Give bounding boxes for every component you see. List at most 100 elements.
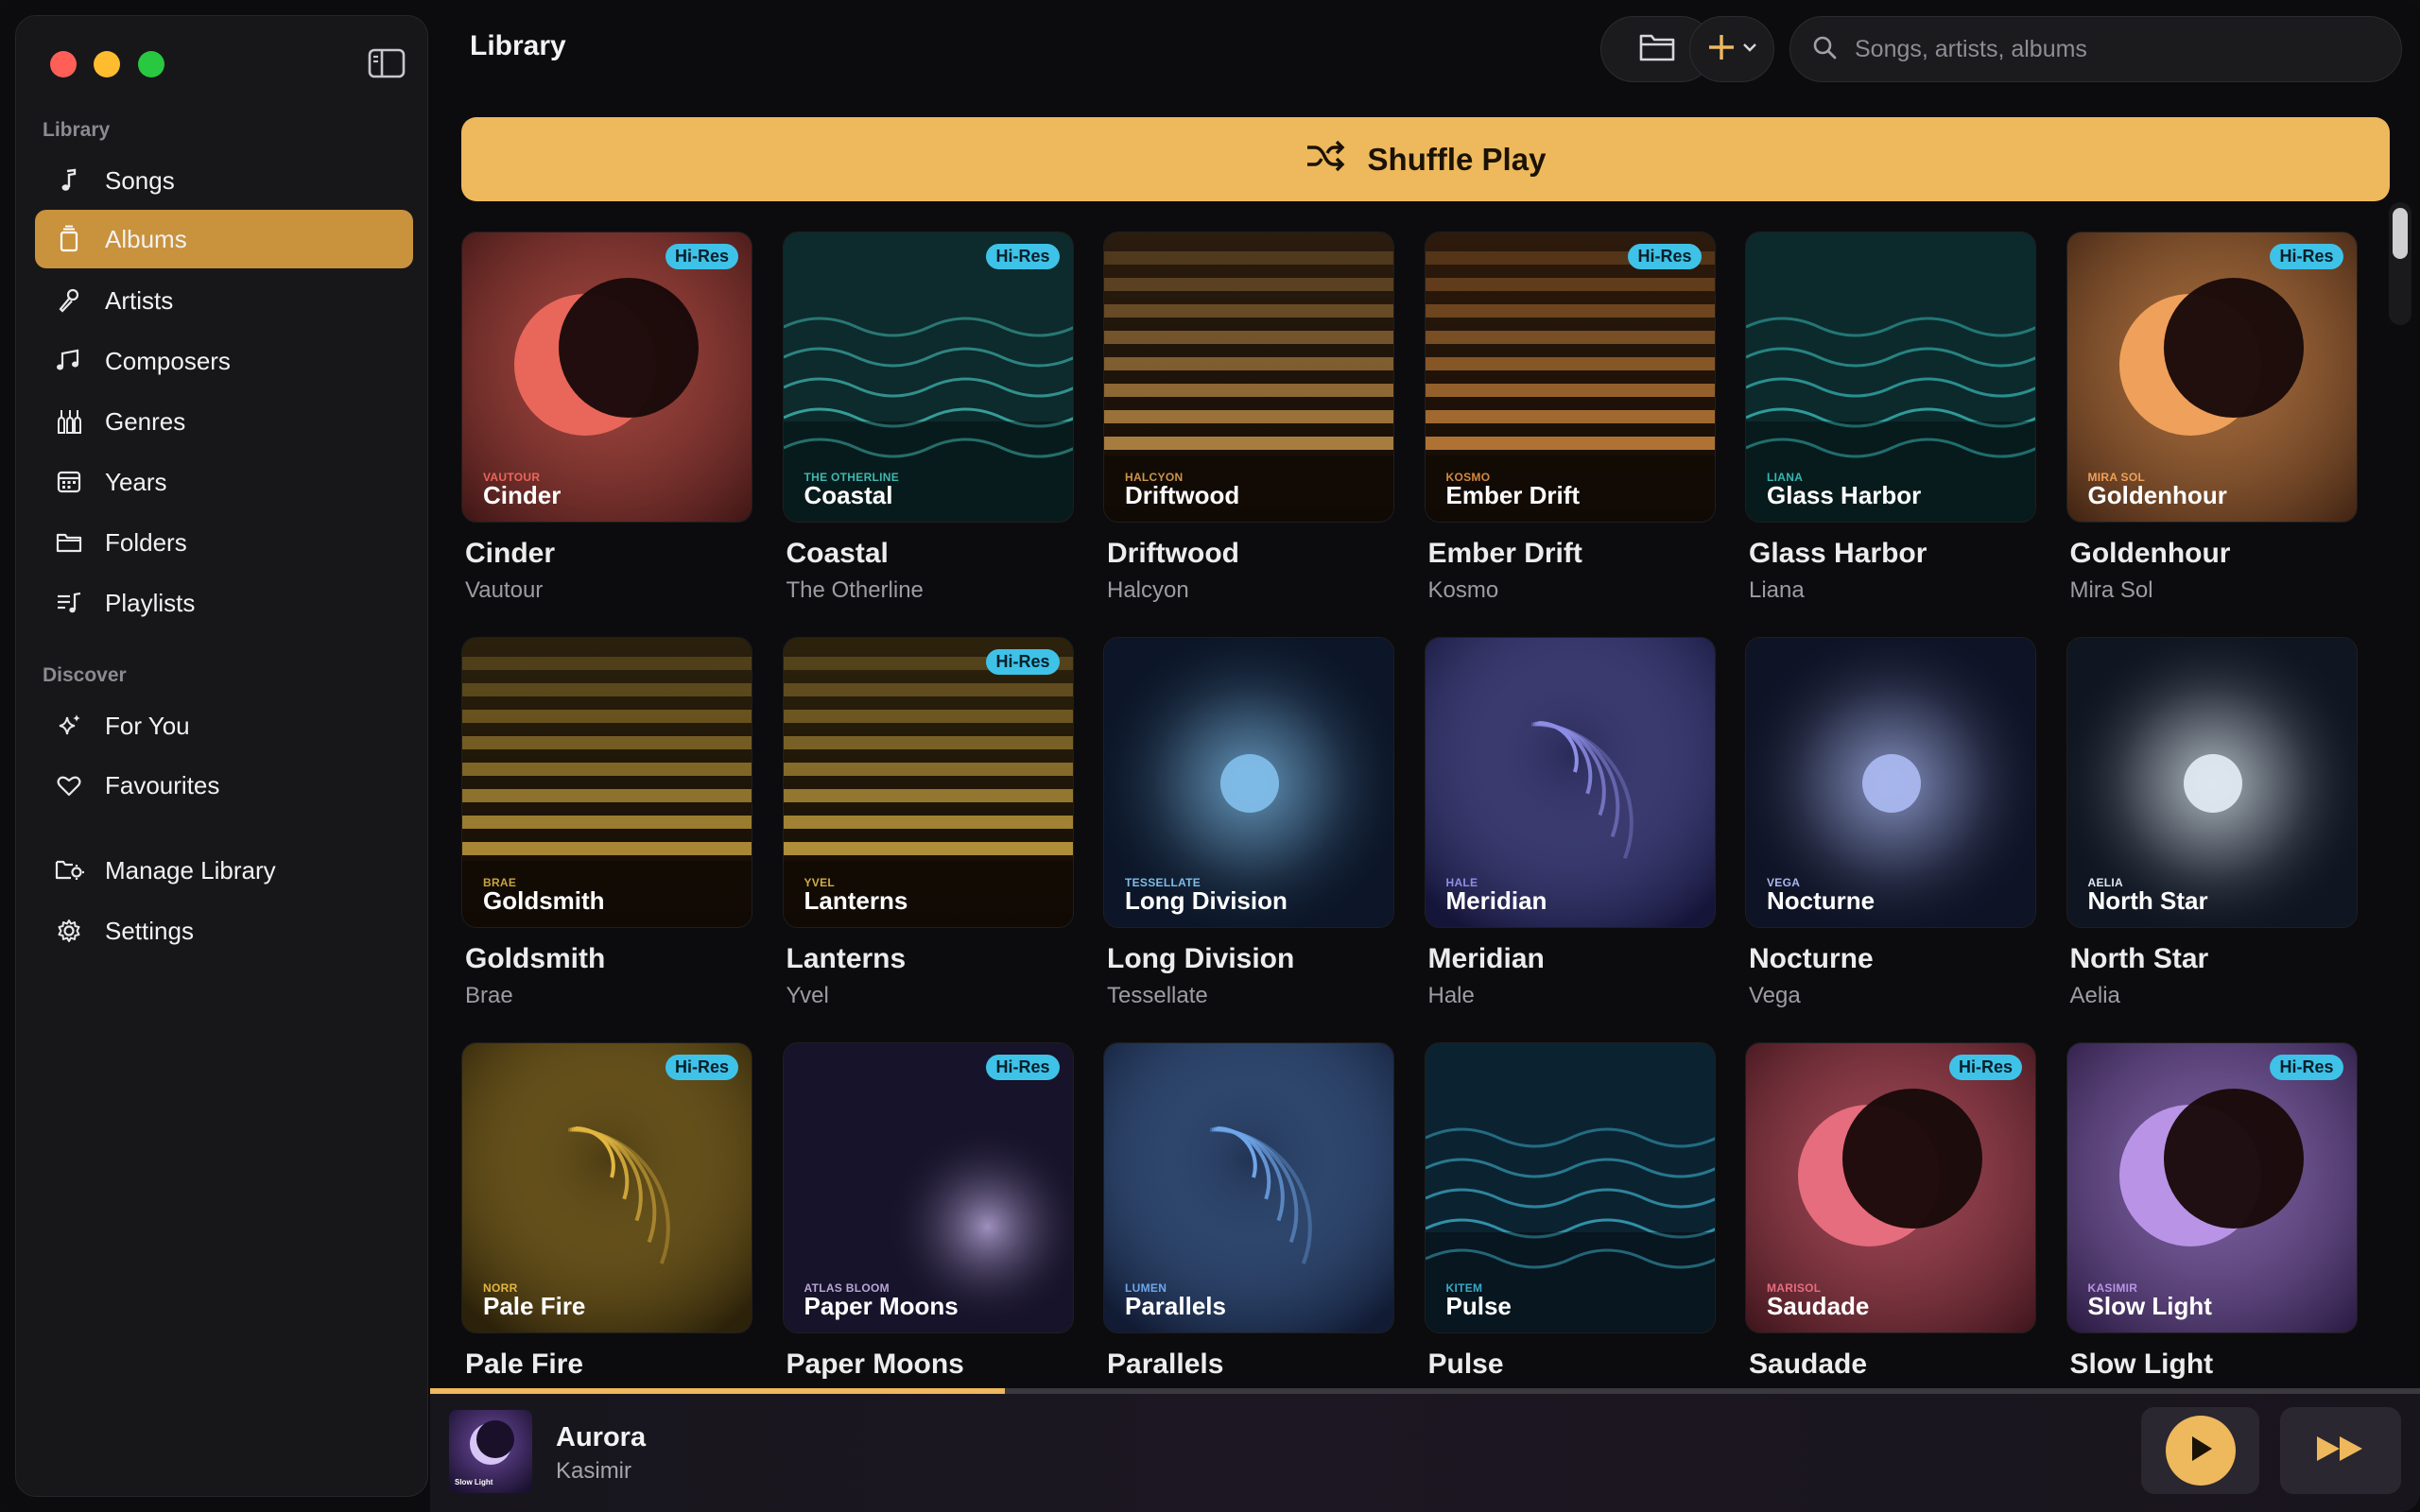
album-card[interactable]: BRAE Goldsmith Goldsmith Brae — [461, 637, 752, 1009]
add-menu-button[interactable] — [1689, 16, 1774, 82]
album-artwork[interactable]: HALCYON Driftwood — [1103, 232, 1394, 523]
album-artist[interactable]: Kosmo — [1428, 577, 1716, 604]
zoom-window-button[interactable] — [138, 51, 164, 77]
album-artwork[interactable]: Hi-Res MIRA SOL Goldenhour — [2066, 232, 2358, 523]
album-card[interactable]: Hi-Res MIRA SOL Goldenhour Goldenhour Mira S… — [2066, 232, 2358, 604]
album-artist[interactable]: Tessellate — [1107, 983, 1394, 1009]
album-artwork[interactable]: TESSELLATE Long Division — [1103, 637, 1394, 928]
album-artwork[interactable]: AELIA North Star — [2066, 637, 2358, 928]
search-input[interactable] — [1853, 34, 2386, 64]
album-artist[interactable]: Vega — [1749, 983, 2036, 1009]
search-icon — [1811, 34, 1838, 65]
album-card[interactable]: VEGA Nocturne Nocturne Vega — [1745, 637, 2036, 1009]
album-artwork[interactable]: Hi-Res MARISOL Saudade — [1745, 1042, 2036, 1333]
album-title[interactable]: Cinder — [465, 538, 752, 570]
album-card[interactable]: Hi-Res THE OTHERLINE Coastal Coastal The Oth… — [782, 232, 1074, 604]
sidebar-item-settings[interactable]: Settings — [35, 902, 413, 960]
sidebar-item-artists[interactable]: Artists — [35, 271, 413, 330]
album-artist[interactable]: Yvel — [786, 983, 1074, 1009]
album-title[interactable]: Parallels — [1107, 1349, 1394, 1381]
play-button[interactable] — [2141, 1407, 2259, 1494]
album-title[interactable]: Slow Light — [2070, 1349, 2358, 1381]
album-title[interactable]: Nocturne — [1749, 943, 2036, 975]
album-artist[interactable]: Halcyon — [1107, 577, 1394, 604]
album-title[interactable]: Driftwood — [1107, 538, 1394, 570]
album-card[interactable]: KITEMPulsePulseKitem — [1424, 1042, 1716, 1415]
sidebar-item-genres[interactable]: Genres — [35, 392, 413, 451]
album-title[interactable]: North Star — [2070, 943, 2358, 975]
album-title[interactable]: Coastal — [786, 538, 1074, 570]
album-artist[interactable]: Hale — [1428, 983, 1716, 1009]
album-artist[interactable]: Brae — [465, 983, 752, 1009]
minimize-window-button[interactable] — [94, 51, 120, 77]
album-artwork[interactable]: Hi-Res YVEL Lanterns — [782, 637, 1074, 928]
album-artwork[interactable]: Hi-Res THE OTHERLINE Coastal — [782, 232, 1074, 523]
album-artist[interactable]: Liana — [1749, 577, 2036, 604]
album-title[interactable]: Long Division — [1107, 943, 1394, 975]
sidebar-item-for-you[interactable]: For You — [35, 696, 413, 755]
album-title[interactable]: Goldsmith — [465, 943, 752, 975]
next-track-button[interactable] — [2280, 1407, 2401, 1494]
scrollbar-thumb[interactable] — [2393, 208, 2408, 259]
album-card[interactable]: Hi-Res KOSMO Ember Drift Ember Drift Kosmo — [1424, 232, 1716, 604]
album-card[interactable]: Hi-ResATLAS BLOOMPaper MoonsPaper MoonsA… — [782, 1042, 1074, 1415]
artwork-title-text: Glass Harbor — [1767, 481, 1922, 509]
album-artwork[interactable]: LUMEN Parallels — [1103, 1042, 1394, 1333]
album-title[interactable]: Ember Drift — [1428, 538, 1716, 570]
hi-res-badge: Hi-Res — [986, 244, 1060, 269]
album-card[interactable]: HALE Meridian Meridian Hale — [1424, 637, 1716, 1009]
album-title[interactable]: Meridian — [1428, 943, 1716, 975]
shuffle-play-button[interactable]: Shuffle Play — [461, 117, 2390, 201]
sidebar-toggle-icon[interactable] — [368, 47, 406, 79]
guitars-icon — [54, 406, 84, 437]
close-window-button[interactable] — [50, 51, 77, 77]
sidebar-item-years[interactable]: Years — [35, 453, 413, 511]
microphone-icon — [54, 285, 84, 316]
artwork-title-text: Driftwood — [1125, 481, 1240, 509]
album-artwork[interactable]: HALE Meridian — [1424, 637, 1716, 928]
album-artwork[interactable]: Hi-Res ATLAS BLOOM Paper Moons — [782, 1042, 1074, 1333]
album-card[interactable]: Hi-Res VAUTOUR Cinder Cinder Vautour — [461, 232, 752, 604]
album-artist[interactable]: The Otherline — [786, 577, 1074, 604]
sidebar-item-label: Songs — [105, 165, 175, 195]
album-card[interactable]: LIANA Glass Harbor Glass Harbor Liana — [1745, 232, 2036, 604]
album-card[interactable]: AELIA North Star North Star Aelia — [2066, 637, 2358, 1009]
album-card[interactable]: TESSELLATE Long Division Long Division Tess… — [1103, 637, 1394, 1009]
album-artwork[interactable]: Hi-Res NORR Pale Fire — [461, 1042, 752, 1333]
search-field[interactable] — [1789, 16, 2402, 82]
album-artwork[interactable]: Hi-Res VAUTOUR Cinder — [461, 232, 752, 523]
artwork-title-text: Pale Fire — [483, 1292, 586, 1320]
album-artwork[interactable]: VEGA Nocturne — [1745, 637, 2036, 928]
album-title[interactable]: Pulse — [1428, 1349, 1716, 1381]
sidebar-item-composers[interactable]: Composers — [35, 332, 413, 390]
sidebar-item-favourites[interactable]: Favourites — [35, 756, 413, 815]
sidebar-item-manage-library[interactable]: Manage Library — [35, 841, 413, 900]
album-artwork[interactable]: LIANA Glass Harbor — [1745, 232, 2036, 523]
album-card[interactable]: Hi-ResNORRPale FirePale FireNorr — [461, 1042, 752, 1415]
album-card[interactable]: LUMENParallelsParallelsLumen — [1103, 1042, 1394, 1415]
album-title[interactable]: Lanterns — [786, 943, 1074, 975]
album-card[interactable]: Hi-Res YVEL Lanterns Lanterns Yvel — [782, 637, 1074, 1009]
sidebar-item-playlists[interactable]: Playlists — [35, 574, 413, 632]
album-card[interactable]: Hi-ResKASIMIRSlow LightSlow LightKasimir — [2066, 1042, 2358, 1415]
album-artwork[interactable]: KITEM Pulse — [1424, 1042, 1716, 1333]
album-card[interactable]: HALCYON Driftwood Driftwood Halcyon — [1103, 232, 1394, 604]
album-artist[interactable]: Vautour — [465, 577, 752, 604]
album-artwork[interactable]: Hi-Res KASIMIR Slow Light — [2066, 1042, 2358, 1333]
album-title[interactable]: Pale Fire — [465, 1349, 752, 1381]
album-title[interactable]: Glass Harbor — [1749, 538, 2036, 570]
album-artist[interactable]: Aelia — [2070, 983, 2358, 1009]
album-title[interactable]: Saudade — [1749, 1349, 2036, 1381]
album-card[interactable]: Hi-ResMARISOLSaudadeSaudadeMarisol — [1745, 1042, 2036, 1415]
album-title[interactable]: Goldenhour — [2070, 538, 2358, 570]
album-artist[interactable]: Mira Sol — [2070, 577, 2358, 604]
sidebar-item-folders[interactable]: Folders — [35, 513, 413, 572]
sidebar-item-albums[interactable]: Albums — [35, 210, 413, 268]
album-title[interactable]: Paper Moons — [786, 1349, 1074, 1381]
album-artwork[interactable]: BRAE Goldsmith — [461, 637, 752, 928]
artwork-title-text: North Star — [2087, 886, 2208, 915]
album-artwork[interactable]: Hi-Res KOSMO Ember Drift — [1424, 232, 1716, 523]
chevron-down-icon — [1742, 41, 1757, 58]
sidebar-item-songs[interactable]: Songs — [35, 151, 413, 210]
now-playing-artwork[interactable]: Slow Light — [449, 1410, 532, 1493]
